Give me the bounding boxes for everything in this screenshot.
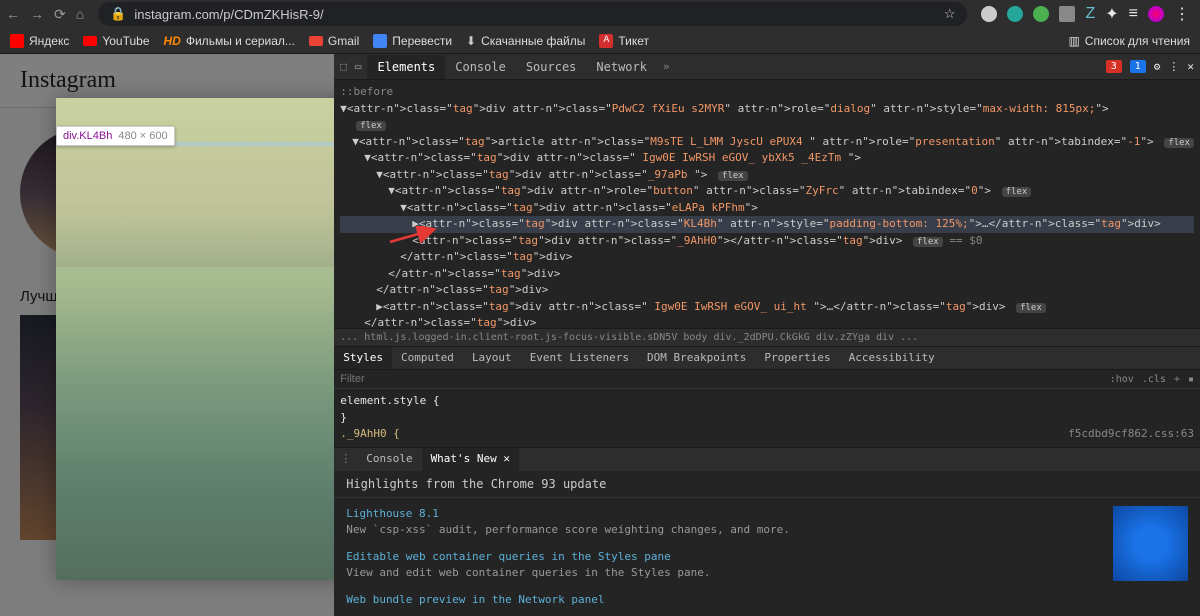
nav-buttons: ← → ⟳ ⌂ (6, 6, 84, 23)
reload-button[interactable]: ⟳ (54, 6, 66, 23)
breadcrumb[interactable]: ... html.js.logged-in.client-root.js-foc… (334, 328, 1200, 346)
home-button[interactable]: ⌂ (76, 6, 84, 23)
tab-sources[interactable]: Sources (516, 55, 587, 79)
ext-icon[interactable] (1059, 6, 1075, 22)
inspect-icon[interactable]: ⬚ (340, 60, 347, 73)
bookmark-ticket[interactable]: AТикет (599, 34, 649, 48)
styles-filter: :hov .cls + ▪ (334, 370, 1200, 389)
filter-input[interactable] (340, 373, 1110, 385)
tab-console[interactable]: Console (445, 55, 516, 79)
tab-properties[interactable]: Properties (755, 347, 839, 369)
element-node[interactable]: </attr-n">class="tag">div> (340, 315, 1194, 328)
tab-console[interactable]: Console (357, 448, 421, 471)
bookmark-gmail[interactable]: Gmail (309, 34, 359, 48)
address-bar[interactable]: 🔒 instagram.com/p/CDmZKHisR-9/ ☆ (98, 2, 967, 26)
drawer-menu-icon[interactable]: ⋮ (334, 448, 357, 471)
more-icon[interactable]: ⋮ (1174, 4, 1190, 24)
extension-icons: Z ✦ ≡ ⋮ (981, 4, 1194, 24)
element-tooltip: div.KL4Bh480 × 600 (56, 126, 175, 146)
info-badge[interactable]: 1 (1130, 60, 1146, 73)
tab-network[interactable]: Network (586, 55, 657, 79)
page-content: Instagram 🔍 Поиск Лучшие (0, 54, 334, 616)
add-rule-icon[interactable]: + (1174, 374, 1180, 385)
ext-icon[interactable] (1007, 6, 1023, 22)
reading-list[interactable]: ▥Список для чтения (1068, 34, 1190, 48)
star-icon[interactable]: ☆ (944, 6, 956, 22)
tab-whatsnew[interactable]: What's New ✕ (422, 448, 519, 471)
bookmarks-bar: Яндекс YouTube HDФильмы и сериал... Gmai… (0, 28, 1200, 54)
element-node[interactable]: </attr-n">class="tag">div> (340, 249, 1194, 266)
more-icon[interactable]: ⋮ (1168, 60, 1179, 73)
bookmark-films[interactable]: HDФильмы и сериал... (164, 34, 295, 48)
highlight-desc: New `csp-xss` audit, performance score w… (346, 522, 1099, 539)
cls-toggle[interactable]: .cls (1142, 374, 1166, 385)
highlight-link[interactable]: Editable web container queries in the St… (346, 549, 1099, 566)
tab-layout[interactable]: Layout (463, 347, 521, 369)
element-node[interactable]: <attr-n">class="tag">div attr-n">class="… (340, 233, 1194, 250)
bookmark-youtube[interactable]: YouTube (83, 34, 149, 48)
devtools-tabs: ⬚ ▭ Elements Console Sources Network » 3… (334, 54, 1200, 80)
forward-button[interactable]: → (30, 6, 44, 23)
element-node[interactable]: ▼<attr-n">class="tag">article attr-n">cl… (340, 134, 1194, 151)
menu-icon[interactable]: ≡ (1129, 5, 1138, 23)
highlight-image (1113, 506, 1188, 581)
back-button[interactable]: ← (6, 6, 20, 23)
profile-icon[interactable] (1148, 6, 1164, 22)
element-node[interactable]: ▶<attr-n">class="tag">div attr-n">class=… (340, 299, 1194, 316)
tab-eventlisteners[interactable]: Event Listeners (521, 347, 638, 369)
tab-accessibility[interactable]: Accessibility (840, 347, 944, 369)
post-dialog: maria102345 • Подписаться ••• maria10234… (56, 98, 334, 580)
tab-dombreakpoints[interactable]: DOM Breakpoints (638, 347, 755, 369)
settings-icon[interactable]: ⚙ (1154, 60, 1161, 73)
element-node[interactable]: </attr-n">class="tag">div> (340, 282, 1194, 299)
lock-icon: 🔒 (110, 6, 126, 22)
bookmark-translate[interactable]: Перевести (373, 34, 452, 48)
ext-icon[interactable]: Z (1085, 5, 1095, 23)
hov-toggle[interactable]: :hov (1110, 374, 1134, 385)
drawer-tabs: ⋮ Console What's New ✕ (334, 447, 1200, 471)
elements-tree[interactable]: ::before▼<attr-n">class="tag">div attr-n… (334, 80, 1200, 328)
styles-rules[interactable]: element.style { } ._9AhH0 {f5cdbd9cf862.… (334, 389, 1200, 447)
ext-icon[interactable] (1033, 6, 1049, 22)
highlights-section: Lighthouse 8.1 New `csp-xss` audit, perf… (334, 497, 1200, 616)
element-node[interactable]: ▼<attr-n">class="tag">div attr-n">class=… (340, 150, 1194, 167)
ext-icon[interactable] (981, 6, 997, 22)
browser-chrome: ← → ⟳ ⌂ 🔒 instagram.com/p/CDmZKHisR-9/ ☆… (0, 0, 1200, 54)
element-node[interactable]: </attr-n">class="tag">div> (340, 266, 1194, 283)
element-node[interactable]: ::before (340, 84, 1194, 101)
tab-computed[interactable]: Computed (392, 347, 463, 369)
element-node[interactable]: ▼<attr-n">class="tag">div attr-n">class=… (340, 167, 1194, 184)
error-badge[interactable]: 3 (1106, 60, 1122, 73)
highlights-title: Highlights from the Chrome 93 update (334, 471, 1200, 497)
more-tabs[interactable]: » (657, 60, 676, 73)
element-node[interactable]: ▼<attr-n">class="tag">div attr-n">class=… (340, 101, 1194, 118)
element-node[interactable]: ▼<attr-n">class="tag">div attr-n">role="… (340, 183, 1194, 200)
element-node[interactable]: ▼<attr-n">class="tag">div attr-n">class=… (340, 200, 1194, 217)
extensions-icon[interactable]: ✦ (1105, 4, 1118, 24)
device-icon[interactable]: ▭ (355, 60, 362, 73)
tab-styles[interactable]: Styles (334, 347, 392, 369)
tab-elements[interactable]: Elements (367, 55, 445, 79)
bookmark-yandex[interactable]: Яндекс (10, 34, 69, 48)
devtools-panel: ⬚ ▭ Elements Console Sources Network » 3… (334, 54, 1200, 616)
url-text: instagram.com/p/CDmZKHisR-9/ (134, 7, 323, 22)
highlight-desc: View and edit web container queries in t… (346, 565, 1099, 582)
bookmark-downloads[interactable]: ⬇Скачанные файлы (466, 34, 585, 48)
post-image[interactable] (56, 98, 334, 580)
highlight-link[interactable]: Web bundle preview in the Network panel (346, 592, 1099, 609)
element-node[interactable]: flex (340, 117, 1194, 134)
close-icon[interactable]: ✕ (503, 452, 510, 465)
close-icon[interactable]: ✕ (1187, 60, 1194, 73)
more-icon[interactable]: ▪ (1188, 374, 1194, 385)
styles-tabs: Styles Computed Layout Event Listeners D… (334, 346, 1200, 370)
highlight-link[interactable]: Lighthouse 8.1 (346, 506, 1099, 523)
browser-toolbar: ← → ⟳ ⌂ 🔒 instagram.com/p/CDmZKHisR-9/ ☆… (0, 0, 1200, 28)
element-node[interactable]: ▶<attr-n">class="tag">div attr-n">class=… (340, 216, 1194, 233)
